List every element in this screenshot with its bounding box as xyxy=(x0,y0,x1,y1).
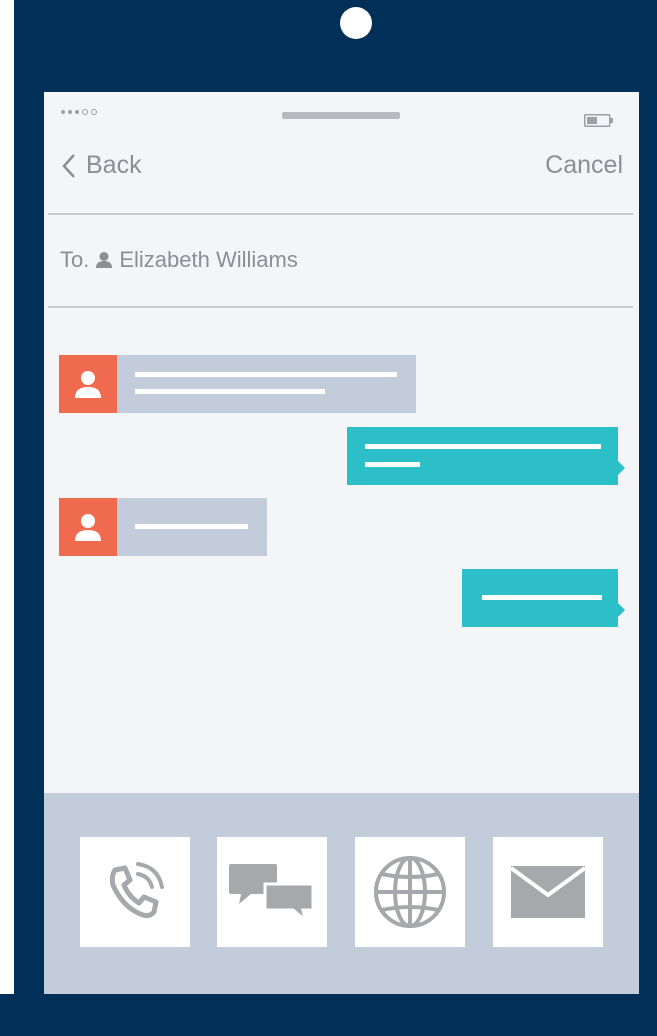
status-bar xyxy=(44,92,639,132)
text-line xyxy=(135,524,248,529)
back-button[interactable]: Back xyxy=(62,151,142,180)
person-icon xyxy=(96,252,113,268)
message-body xyxy=(117,498,267,556)
divider xyxy=(48,213,633,215)
cancel-button[interactable]: Cancel xyxy=(545,151,623,180)
action-dock xyxy=(44,793,639,994)
message-outgoing xyxy=(462,569,625,627)
chat-icon xyxy=(229,864,315,922)
person-icon xyxy=(75,514,101,541)
call-button[interactable] xyxy=(80,837,190,947)
text-line xyxy=(135,372,397,377)
recipient-name: Elizabeth Williams xyxy=(119,247,298,272)
camera xyxy=(340,7,372,39)
speaker-grille xyxy=(282,112,400,119)
avatar xyxy=(59,498,117,556)
divider xyxy=(48,306,633,308)
text-line xyxy=(365,444,601,449)
message-incoming xyxy=(59,355,416,413)
mail-icon xyxy=(510,866,586,918)
avatar xyxy=(59,355,117,413)
globe-icon xyxy=(374,856,446,928)
text-line xyxy=(482,595,602,600)
text-line xyxy=(365,462,420,467)
battery-icon xyxy=(584,114,613,127)
person-icon xyxy=(75,371,101,398)
email-button[interactable] xyxy=(493,837,603,947)
signal-icon xyxy=(61,109,97,115)
web-button[interactable] xyxy=(355,837,465,947)
navigation-bar: Back Cancel xyxy=(44,137,639,197)
message-body xyxy=(117,355,416,413)
text-line xyxy=(135,389,325,394)
chat-button[interactable] xyxy=(217,837,327,947)
recipient-field[interactable]: To. Elizabeth Williams xyxy=(60,247,298,273)
chevron-left-icon xyxy=(62,153,75,178)
phone-screen: Back Cancel To. Elizabeth Williams xyxy=(44,92,639,994)
message-incoming xyxy=(59,498,267,556)
phone-frame-bottom xyxy=(0,994,657,1036)
back-label: Back xyxy=(86,151,142,179)
message-outgoing xyxy=(347,427,625,485)
phone-icon xyxy=(109,862,164,919)
recipient-prefix: To. xyxy=(60,247,90,272)
